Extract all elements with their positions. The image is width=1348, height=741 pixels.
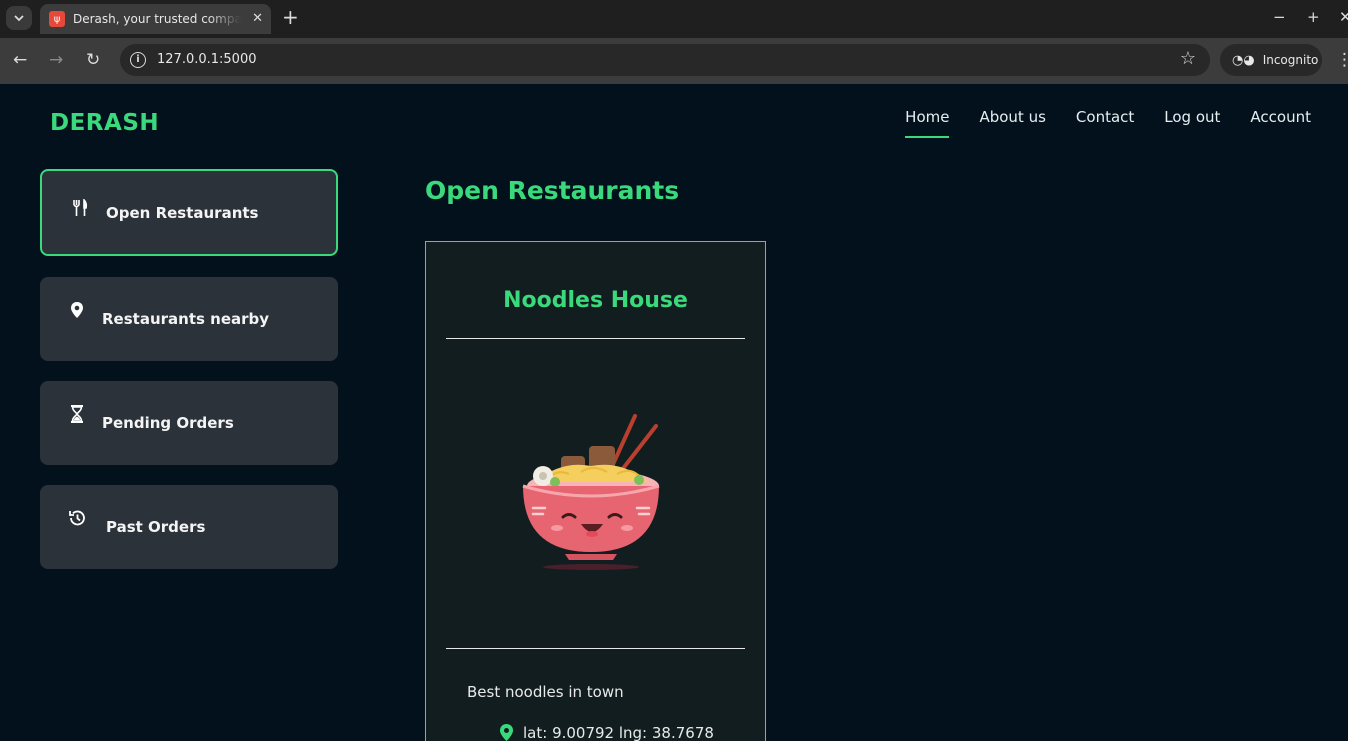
brand-logo[interactable]: DERASH [50, 110, 159, 136]
new-tab-button[interactable]: + [282, 7, 299, 27]
nav-contact[interactable]: Contact [1076, 108, 1134, 138]
incognito-label: Incognito [1262, 53, 1319, 67]
restaurant-description: Best noodles in town [467, 683, 624, 701]
incognito-icon: ◔◕ [1232, 52, 1255, 68]
card-divider [446, 648, 745, 649]
sidebar-item-label: Pending Orders [102, 414, 234, 432]
sidebar-item-open-restaurants[interactable]: Open Restaurants [40, 169, 338, 256]
close-window-icon[interactable]: ✕ [1339, 8, 1348, 26]
sidebar-item-pending-orders[interactable]: Pending Orders [40, 381, 338, 465]
section-title: Open Restaurants [425, 176, 680, 205]
nav-home[interactable]: Home [905, 108, 950, 138]
sidebar-item-past-orders[interactable]: Past Orders [40, 485, 338, 569]
utensils-icon [72, 198, 88, 221]
back-icon[interactable]: ← [13, 50, 27, 70]
restaurant-location: lat: 9.00792 lng: 38.7678 [499, 723, 714, 741]
browser-tab-bar: ψ Derash, your trusted companion ✕ + − +… [0, 0, 1348, 38]
incognito-indicator[interactable]: ◔◕ Incognito [1220, 44, 1322, 76]
nav-about[interactable]: About us [979, 108, 1045, 138]
map-pin-icon [500, 724, 513, 741]
bookmark-star-icon[interactable]: ☆ [1180, 48, 1196, 69]
close-tab-icon[interactable]: ✕ [252, 11, 263, 26]
nav-account[interactable]: Account [1250, 108, 1311, 138]
history-icon [68, 509, 86, 531]
sidebar-item-label: Open Restaurants [106, 204, 259, 222]
restaurant-card[interactable]: Noodles House Best noodles in town lat: … [425, 241, 766, 741]
tab-title: Derash, your trusted companion [73, 12, 241, 26]
nav-logout[interactable]: Log out [1164, 108, 1220, 138]
map-pin-icon [70, 301, 84, 323]
more-options-icon[interactable]: ⋮ [1336, 50, 1348, 70]
restaurant-name: Noodles House [503, 288, 688, 313]
sidebar-item-label: Restaurants nearby [102, 310, 270, 328]
restaurant-coordinates: lat: 9.00792 lng: 38.7678 [523, 723, 714, 741]
url-text[interactable]: 127.0.0.1:5000 [157, 52, 257, 67]
maximize-icon[interactable]: + [1307, 8, 1320, 26]
chevron-down-icon [14, 15, 24, 22]
browser-tab[interactable]: ψ Derash, your trusted companion ✕ [40, 4, 271, 34]
hourglass-icon [70, 405, 84, 427]
noodle-bowl-image [522, 414, 660, 570]
reload-icon[interactable]: ↻ [86, 50, 100, 70]
browser-toolbar: ← → ↻ i 127.0.0.1:5000 ☆ ◔◕ Incognito ⋮ [0, 38, 1348, 84]
fork-knife-favicon-icon: ψ [49, 11, 65, 27]
tab-search-button[interactable] [6, 6, 32, 30]
site-info-icon[interactable]: i [130, 52, 146, 68]
minimize-icon[interactable]: − [1273, 8, 1286, 26]
sidebar-item-label: Past Orders [106, 518, 206, 536]
sidebar-item-restaurants-nearby[interactable]: Restaurants nearby [40, 277, 338, 361]
page: DERASH Home About us Contact Log out Acc… [0, 84, 1348, 741]
main-nav: Home About us Contact Log out Account [875, 108, 1311, 138]
forward-icon[interactable]: → [49, 50, 63, 70]
card-divider [446, 338, 745, 339]
address-bar[interactable]: i 127.0.0.1:5000 ☆ [120, 44, 1210, 76]
